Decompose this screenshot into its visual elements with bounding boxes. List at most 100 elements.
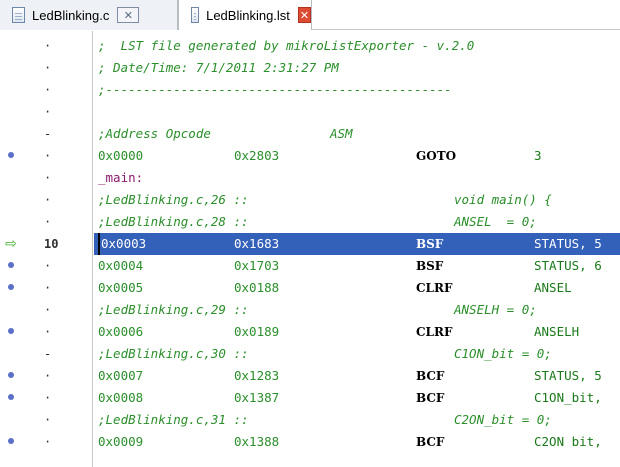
code-line[interactable]: · ;LedBlinking.c,31 :: C2ON_bit = 0; xyxy=(0,409,620,431)
lst-file-icon xyxy=(191,7,200,23)
opcode: 0x0188 xyxy=(234,280,280,295)
code-line[interactable]: · 0x0006 0x0189 CLRF ANSELH xyxy=(0,321,620,343)
code-line[interactable]: · ;--------------------------------------… xyxy=(0,79,620,101)
line-number: · xyxy=(44,39,52,53)
close-tab-icon[interactable]: ✕ xyxy=(117,7,140,23)
breakpoint-area[interactable] xyxy=(0,167,22,189)
code-line[interactable]: · _main: xyxy=(0,167,620,189)
mnemonic: CLRF xyxy=(416,281,453,295)
breakpoint-area[interactable] xyxy=(0,387,22,409)
code-line[interactable]: · ;LedBlinking.c,29 :: ANSELH = 0; xyxy=(0,299,620,321)
mnemonic: BCF xyxy=(416,391,445,405)
breakpoint-area[interactable] xyxy=(0,343,22,365)
breakpoint-area[interactable] xyxy=(0,211,22,233)
line-text[interactable] xyxy=(94,101,620,123)
breakpoint-area[interactable] xyxy=(0,145,22,167)
breakpoint-area[interactable]: ⇨ xyxy=(0,233,22,255)
address: 0x0006 xyxy=(98,324,144,339)
line-text[interactable]: ;LedBlinking.c,31 :: C2ON_bit = 0; xyxy=(94,409,620,431)
operand: C1ON_bit, xyxy=(534,390,602,405)
line-text[interactable]: 0x0007 0x1283 BCF STATUS, 5 xyxy=(94,365,620,387)
line-number: · xyxy=(44,413,52,427)
line-text[interactable]: ;LedBlinking.c,28 :: ANSEL = 0; xyxy=(94,211,620,233)
breakpoint-area[interactable] xyxy=(0,123,22,145)
line-text[interactable]: ;---------------------------------------… xyxy=(94,79,620,101)
line-text[interactable]: 0x0008 0x1387 BCF C1ON_bit, xyxy=(94,387,620,409)
breakpoint-area[interactable] xyxy=(0,35,22,57)
source-ref: ;LedBlinking.c,26 :: xyxy=(98,192,249,207)
line-text[interactable]: _main: xyxy=(94,167,620,189)
line-text[interactable]: ;LedBlinking.c,26 :: void main() { xyxy=(94,189,620,211)
opcode: 0x1283 xyxy=(234,368,280,383)
current-line[interactable]: ⇨ 10 0x0003 0x1683 BSF STATUS, 5 xyxy=(0,233,620,255)
line-number: · xyxy=(44,149,52,163)
line-text[interactable]: 0x0004 0x1703 BSF STATUS, 6 xyxy=(94,255,620,277)
breakpoint-area[interactable] xyxy=(0,189,22,211)
code-line[interactable]: · 0x0004 0x1703 BSF STATUS, 6 xyxy=(0,255,620,277)
line-number: 10 xyxy=(44,237,59,251)
code-line[interactable]: · ; Date/Time: 7/1/2011 2:31:27 PM xyxy=(0,57,620,79)
operand: 3 xyxy=(534,148,542,163)
line-text[interactable]: ;LedBlinking.c,30 :: C1ON_bit = 0; xyxy=(94,343,620,365)
breakpoint-area[interactable] xyxy=(0,79,22,101)
line-text[interactable]: 0x0003 0x1683 BSF STATUS, 5 xyxy=(94,233,620,255)
mnemonic: CLRF xyxy=(416,325,453,339)
code-line[interactable]: · ; LST file generated by mikroListExport… xyxy=(0,35,620,57)
comment-text: ;---------------------------------------… xyxy=(98,82,452,97)
breakpoint-area[interactable] xyxy=(0,57,22,79)
breakpoint-area[interactable] xyxy=(0,299,22,321)
header-asm: ASM xyxy=(330,126,353,141)
line-text[interactable]: ; Date/Time: 7/1/2011 2:31:27 PM xyxy=(94,57,620,79)
line-text[interactable]: 0x0005 0x0188 CLRF ANSEL xyxy=(94,277,620,299)
line-number: · xyxy=(44,281,52,295)
c-file-icon xyxy=(12,7,25,23)
close-tab-icon[interactable]: ✕ xyxy=(297,7,311,23)
mnemonic: BSF xyxy=(416,259,444,273)
tab-label: LedBlinking.lst xyxy=(206,7,290,23)
code-line[interactable]: · ;LedBlinking.c,28 :: ANSEL = 0; xyxy=(0,211,620,233)
source-ref: ;LedBlinking.c,31 :: xyxy=(98,412,249,427)
code-line[interactable]: - ;LedBlinking.c,30 :: C1ON_bit = 0; xyxy=(0,343,620,365)
editor-tab-bar: LedBlinking.c ✕ LedBlinking.lst ✕ xyxy=(0,0,620,30)
line-text[interactable]: 0x0006 0x0189 CLRF ANSELH xyxy=(94,321,620,343)
line-text[interactable]: ; LST file generated by mikroListExporte… xyxy=(94,35,620,57)
breakpoint-dot-icon xyxy=(8,372,14,378)
mnemonic: BSF xyxy=(416,237,444,251)
breakpoint-area[interactable] xyxy=(0,365,22,387)
line-number: · xyxy=(44,61,52,75)
source-code: ANSEL = 0; xyxy=(454,214,537,229)
asm-label: _main: xyxy=(98,170,144,185)
source-code: C1ON_bit = 0; xyxy=(454,346,552,361)
address: 0x0003 xyxy=(98,233,146,255)
code-line[interactable]: - ;Address Opcode ASM xyxy=(0,123,620,145)
breakpoint-area[interactable] xyxy=(0,255,22,277)
line-text[interactable]: 0x0009 0x1388 BCF C2ON bit, xyxy=(94,431,620,453)
line-number: · xyxy=(44,435,52,449)
line-text[interactable]: 0x0000 0x2803 GOTO 3 xyxy=(94,145,620,167)
line-text[interactable]: ;Address Opcode ASM xyxy=(94,123,620,145)
breakpoint-area[interactable] xyxy=(0,431,22,453)
breakpoint-area[interactable] xyxy=(0,101,22,123)
line-number: - xyxy=(44,127,52,141)
breakpoint-area[interactable] xyxy=(0,321,22,343)
code-line[interactable]: · 0x0005 0x0188 CLRF ANSEL xyxy=(0,277,620,299)
tab-ledblinking-lst[interactable]: LedBlinking.lst ✕ xyxy=(178,0,312,30)
address: 0x0007 xyxy=(98,368,144,383)
code-line[interactable]: · 0x0008 0x1387 BCF C1ON_bit, xyxy=(0,387,620,409)
code-line[interactable]: · 0x0007 0x1283 BCF STATUS, 5 xyxy=(0,365,620,387)
source-ref: ;LedBlinking.c,30 :: xyxy=(98,346,249,361)
line-number: · xyxy=(44,369,52,383)
comment-text: ; Date/Time: 7/1/2011 2:31:27 PM xyxy=(98,60,339,75)
code-line[interactable]: · xyxy=(0,101,620,123)
code-line[interactable]: · 0x0000 0x2803 GOTO 3 xyxy=(0,145,620,167)
tab-ledblinking-c[interactable]: LedBlinking.c ✕ xyxy=(0,0,178,30)
line-text[interactable]: ;LedBlinking.c,29 :: ANSELH = 0; xyxy=(94,299,620,321)
code-editor[interactable]: · ; LST file generated by mikroListExport… xyxy=(0,31,620,467)
code-line[interactable]: · 0x0009 0x1388 BCF C2ON bit, xyxy=(0,431,620,453)
address: 0x0000 xyxy=(98,148,144,163)
breakpoint-area[interactable] xyxy=(0,409,22,431)
code-line[interactable]: · ;LedBlinking.c,26 :: void main() { xyxy=(0,189,620,211)
breakpoint-area[interactable] xyxy=(0,277,22,299)
line-number: · xyxy=(44,171,52,185)
address: 0x0004 xyxy=(98,258,144,273)
